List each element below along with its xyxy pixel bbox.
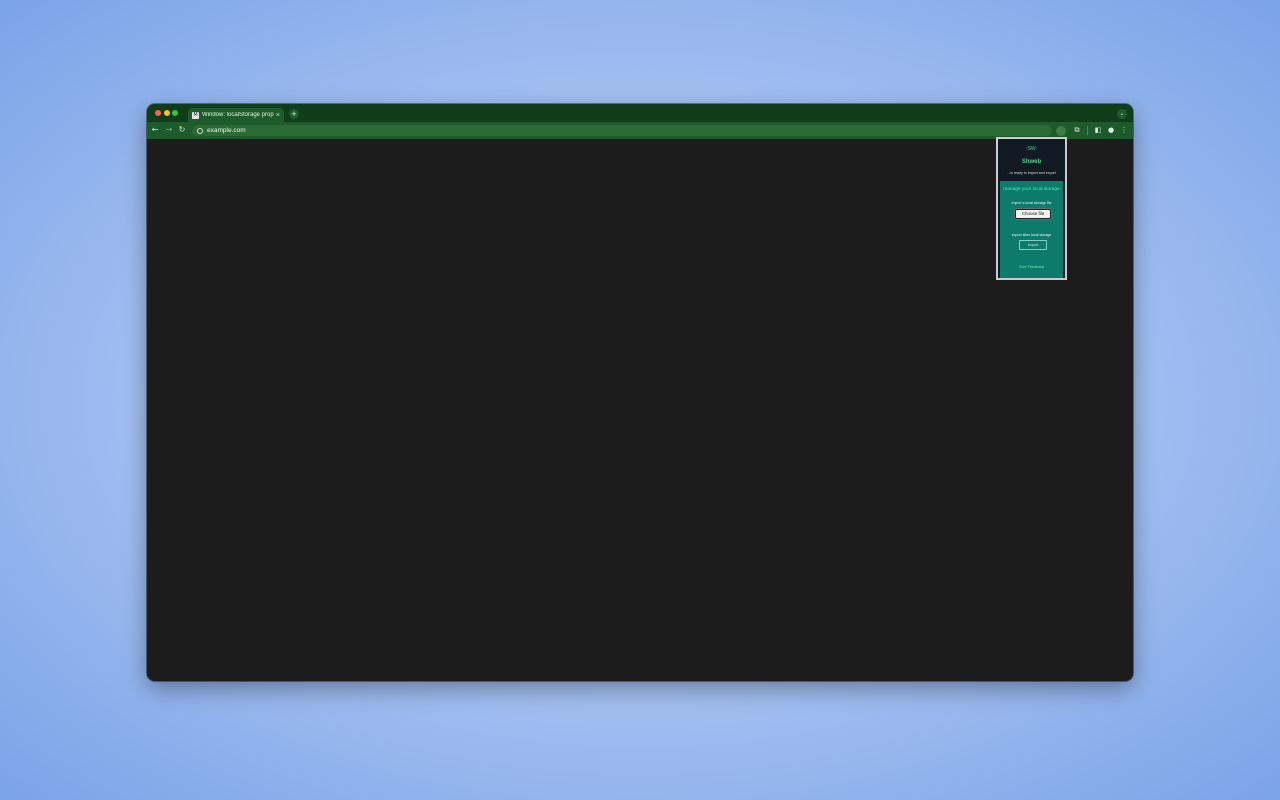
new-tab-button[interactable]: + xyxy=(289,109,299,119)
browser-toolbar: ← → ↻ example.com ⧉ ◧ ● ⋮ xyxy=(147,122,1133,139)
browser-window: M Window: localStorage prope × + ⌄ ← → ↻… xyxy=(147,104,1133,681)
maximize-window-button[interactable] xyxy=(172,110,178,116)
active-extension-icon[interactable] xyxy=(1056,126,1066,136)
site-info-icon[interactable] xyxy=(197,127,203,134)
mdn-favicon-icon: M xyxy=(192,111,199,119)
tab-search-button[interactable]: ⌄ xyxy=(1117,109,1127,119)
extensions-puzzle-icon[interactable]: ⧉ xyxy=(1072,125,1082,135)
export-button[interactable]: export xyxy=(1019,240,1047,250)
side-panel-icon[interactable]: ◧ xyxy=(1093,125,1103,135)
extension-tagline: ...is ready to import and export xyxy=(1007,171,1056,175)
extension-logo: :SW: xyxy=(1026,146,1037,152)
give-feedback-link[interactable]: Give Feedback xyxy=(1000,265,1063,269)
url-text[interactable]: example.com xyxy=(207,127,246,134)
import-label: import a local storage file xyxy=(1011,201,1052,205)
panel-title: manage your local storage xyxy=(1003,187,1060,192)
reload-icon[interactable]: ↻ xyxy=(177,125,187,135)
back-arrow-icon[interactable]: ← xyxy=(150,125,160,135)
forward-arrow-icon[interactable]: → xyxy=(164,125,174,135)
minimize-window-button[interactable] xyxy=(164,110,170,116)
page-content xyxy=(147,139,1133,681)
kebab-menu-icon[interactable]: ⋮ xyxy=(1119,125,1129,135)
address-bar[interactable]: example.com xyxy=(192,125,1052,136)
choose-file-button[interactable]: Choose file xyxy=(1015,209,1051,219)
export-label: export sites local storage xyxy=(1011,233,1052,237)
extension-brand-name: Shweb xyxy=(1021,159,1042,165)
toolbar-divider xyxy=(1087,126,1088,135)
storage-panel: manage your local storage import a local… xyxy=(1000,181,1063,278)
profile-avatar-icon[interactable]: ● xyxy=(1106,125,1116,135)
close-window-button[interactable] xyxy=(155,110,161,116)
tab-bar: M Window: localStorage prope × + ⌄ xyxy=(147,104,1133,122)
tab-title: Window: localStorage prope xyxy=(201,112,274,118)
active-tab[interactable]: M Window: localStorage prope × xyxy=(188,108,284,122)
tab-close-icon[interactable]: × xyxy=(276,112,280,119)
extension-popup: :SW: Shweb ...is ready to import and exp… xyxy=(996,137,1067,280)
